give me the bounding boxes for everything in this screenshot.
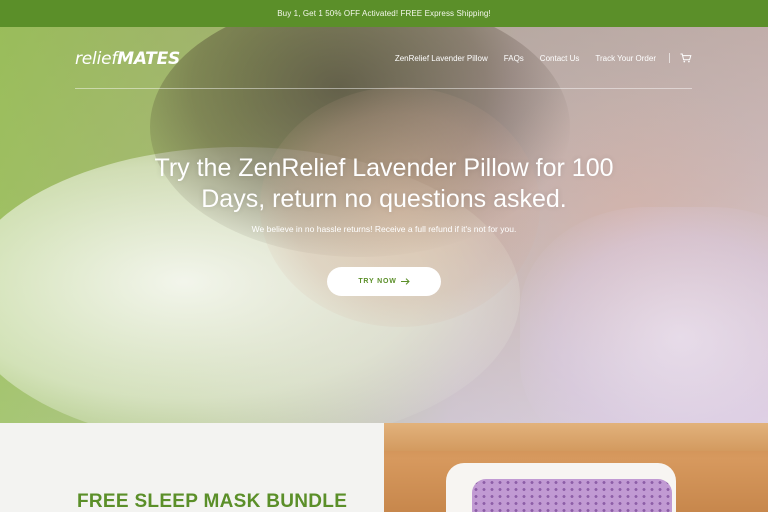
hero-image-blanket [520,207,768,423]
hero-title-line2: Days, return no questions asked. [201,185,567,213]
nav-item-track-order[interactable]: Track Your Order [595,54,656,63]
cart-icon[interactable] [680,53,692,63]
product-image-lavender-pillow [472,479,672,512]
hero-title-line1: Try the ZenRelief Lavender Pillow for 10… [154,154,614,182]
logo-text-relief: relief [75,49,118,69]
arrow-right-icon [400,278,410,285]
logo-text-mates: MATES [117,49,181,69]
bundle-title: FREE SLEEP MASK BUNDLE [77,491,348,512]
try-now-label: TRY NOW [358,278,397,285]
site-header: reliefMATES ZenRelief Lavender Pillow FA… [75,27,692,89]
nav-item-zenrelief-pillow[interactable]: ZenRelief Lavender Pillow [395,54,488,63]
site-logo[interactable]: reliefMATES [75,49,180,69]
nav-divider [669,53,670,63]
promo-text: Buy 1, Get 1 50% OFF Activated! FREE Exp… [277,9,491,18]
nav-item-contact-us[interactable]: Contact Us [540,54,580,63]
product-image-wall [384,423,768,451]
promo-bar: Buy 1, Get 1 50% OFF Activated! FREE Exp… [0,0,768,27]
hero-subtitle: We believe in no hassle returns! Receive… [251,224,517,234]
main-nav: ZenRelief Lavender Pillow FAQs Contact U… [379,53,692,63]
try-now-button[interactable]: TRY NOW [327,267,441,296]
hero-title: Try the ZenRelief Lavender Pillow for 10… [0,153,768,215]
nav-item-faqs[interactable]: FAQs [504,54,524,63]
product-image [384,423,768,512]
